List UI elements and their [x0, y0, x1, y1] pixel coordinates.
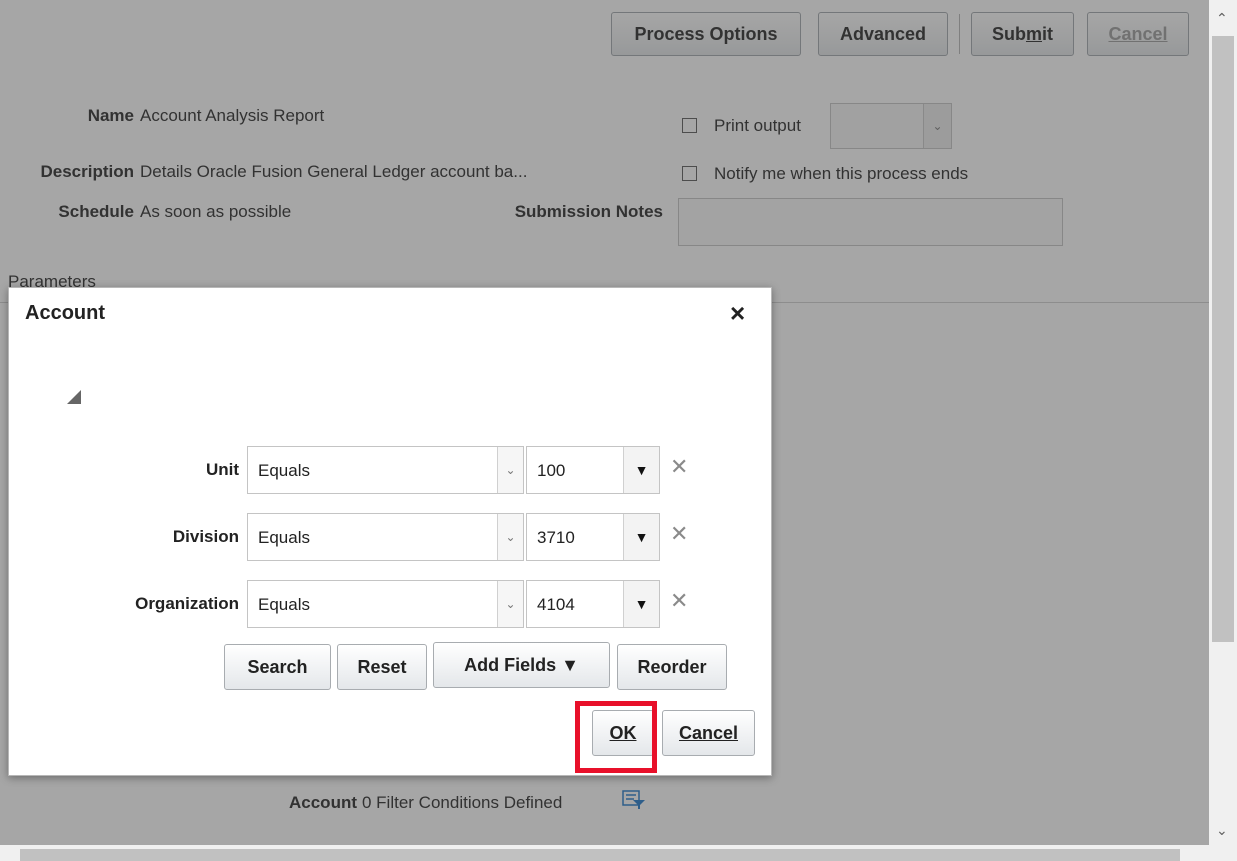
- remove-condition-icon[interactable]: ✕: [670, 454, 688, 480]
- remove-condition-icon[interactable]: ✕: [670, 521, 688, 547]
- cancel-dialog-label: Cancel: [678, 722, 739, 743]
- close-icon[interactable]: ×: [730, 298, 745, 328]
- unit-operator-select[interactable]: Equals ⌄: [247, 446, 524, 494]
- scroll-up-icon[interactable]: ⌃: [1216, 10, 1228, 27]
- horizontal-scroll-thumb[interactable]: [20, 849, 1180, 861]
- ok-highlight-box: [575, 701, 657, 773]
- organization-operator-value: Equals: [258, 595, 310, 614]
- division-value-input[interactable]: 3710 ▼: [526, 513, 660, 561]
- chevron-down-icon: ⌄: [497, 447, 523, 493]
- organization-value: 4104: [537, 595, 575, 614]
- dialog-title: Account: [25, 302, 105, 324]
- organization-label: Organization: [135, 594, 239, 613]
- remove-condition-icon[interactable]: ✕: [670, 588, 688, 614]
- unit-label: Unit: [205, 460, 239, 479]
- unit-operator-value: Equals: [258, 461, 310, 480]
- division-operator-select[interactable]: Equals ⌄: [247, 513, 524, 561]
- reorder-button[interactable]: Reorder: [617, 644, 727, 690]
- chevron-down-icon: ⌄: [497, 514, 523, 560]
- unit-value: 100: [537, 461, 566, 480]
- cancel-dialog-button[interactable]: Cancel: [662, 710, 755, 756]
- search-button[interactable]: Search: [224, 644, 331, 690]
- division-label: Division: [172, 527, 239, 546]
- add-fields-button[interactable]: Add Fields ▼: [433, 642, 610, 688]
- division-operator-value: Equals: [258, 528, 310, 547]
- unit-value-input[interactable]: 100 ▼: [526, 446, 660, 494]
- account-dialog: Account × Unit Equals ⌄ 100 ▼ ✕ Division…: [8, 287, 772, 776]
- dropdown-arrow-icon[interactable]: ▼: [623, 514, 659, 560]
- scroll-down-icon[interactable]: ⌄: [1216, 822, 1228, 839]
- dropdown-arrow-icon[interactable]: ▼: [623, 447, 659, 493]
- organization-operator-select[interactable]: Equals ⌄: [247, 580, 524, 628]
- reset-button[interactable]: Reset: [337, 644, 427, 690]
- division-value: 3710: [537, 528, 575, 547]
- disclosure-triangle-icon[interactable]: [67, 390, 81, 404]
- organization-value-input[interactable]: 4104 ▼: [526, 580, 660, 628]
- dropdown-arrow-icon[interactable]: ▼: [623, 581, 659, 627]
- chevron-down-icon: ⌄: [497, 581, 523, 627]
- vertical-scroll-thumb[interactable]: [1212, 36, 1234, 642]
